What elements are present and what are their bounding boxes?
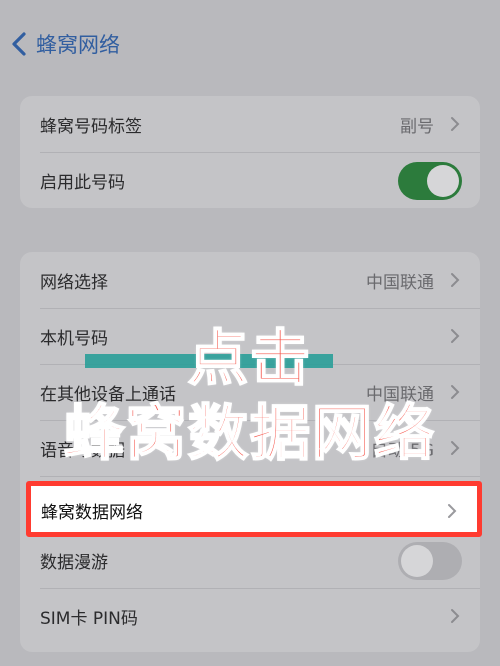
- row-label: 启用此号码: [40, 172, 125, 193]
- chevron-right-icon: [448, 504, 457, 518]
- row-enable-number: 启用此号码: [20, 152, 480, 208]
- row-data-roaming: 数据漫游: [20, 532, 480, 588]
- row-line-label[interactable]: 蜂窝号码标签 副号: [20, 96, 480, 152]
- row-sim-pin[interactable]: SIM卡 PIN码: [20, 588, 480, 644]
- back-label: 蜂窝网络: [36, 33, 120, 57]
- row-label: 网络选择: [40, 272, 108, 293]
- row-label: 数据漫游: [40, 552, 108, 573]
- settings-group-number: 蜂窝号码标签 副号 启用此号码: [20, 96, 480, 208]
- row-value: 中国联通: [366, 272, 434, 293]
- enable-number-toggle[interactable]: [398, 162, 462, 200]
- chevron-left-icon: [12, 32, 26, 56]
- row-label: SIM卡 PIN码: [40, 608, 138, 629]
- row-label: 蜂窝数据网络: [41, 503, 143, 523]
- toggle-knob: [401, 545, 433, 577]
- data-roaming-toggle[interactable]: [398, 542, 462, 580]
- overlay-instruction-line1: 点击: [187, 323, 312, 395]
- chevron-right-icon: [451, 609, 460, 623]
- row-network-selection[interactable]: 网络选择 中国联通: [20, 252, 480, 308]
- row-cellular-data-network[interactable]: 蜂窝数据网络: [26, 481, 482, 537]
- chevron-right-icon: [451, 273, 460, 287]
- overlay-instruction-line2: 蜂窝数据网络: [63, 398, 436, 470]
- back-button[interactable]: 蜂窝网络: [10, 26, 120, 62]
- divider: [40, 476, 480, 477]
- toggle-knob: [427, 165, 459, 197]
- row-value: 副号: [400, 116, 434, 137]
- chevron-right-icon: [451, 117, 460, 131]
- row-label: 蜂窝号码标签: [40, 116, 142, 137]
